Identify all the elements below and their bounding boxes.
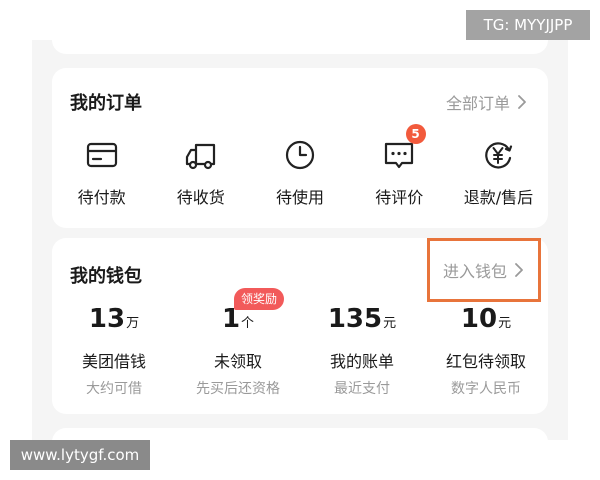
wallet-value: 10 元: [461, 304, 511, 336]
wallet-number: 135: [327, 304, 383, 334]
wallet-item-loan[interactable]: 13 万 美团借钱 大约可借: [52, 304, 176, 398]
order-pending-receipt[interactable]: 待收货: [151, 138, 250, 208]
wallet-item-bill[interactable]: 135 元 我的账单 最近支付: [300, 304, 424, 398]
order-pending-use[interactable]: 待使用: [250, 138, 349, 208]
all-orders-label: 全部订单: [445, 94, 510, 113]
all-orders-link[interactable]: 全部订单: [446, 90, 528, 114]
review-count-badge: 5: [405, 124, 426, 144]
wallet-unit: 元: [498, 316, 512, 331]
wallet-unit: 元: [383, 316, 397, 331]
wallet-unit: 个: [241, 316, 255, 331]
order-status-row: 待付款 待收货 待使用 5 待评价 退款/售后: [52, 124, 548, 208]
yen-refund-icon: [485, 142, 513, 169]
my-orders-card: 我的订单 全部订单 待付款 待收货 待使用 5 待评价 退款/售后: [52, 68, 548, 228]
chevron-right-icon: [515, 263, 523, 277]
wallet-stats-row: 13 万 美团借钱 大约可借 领奖励 1 个 未领取 先买后还资格 135 元 …: [52, 288, 548, 398]
wallet-sub: 最近支付: [334, 381, 390, 397]
order-refund-aftersale[interactable]: 退款/售后: [449, 138, 548, 208]
reward-tag: 领奖励: [234, 288, 285, 310]
wallet-value: 13 万: [89, 304, 139, 336]
enter-wallet-link[interactable]: 进入钱包: [443, 258, 525, 282]
clock-icon: [285, 140, 315, 170]
wallet-number: 10: [460, 304, 498, 334]
truck-icon: [185, 143, 215, 170]
wallet-label: 红包待领取: [445, 352, 526, 371]
chevron-right-icon: [518, 95, 526, 109]
wallet-value: 135 元: [328, 304, 396, 336]
wallet-item-unclaimed[interactable]: 领奖励 1 个 未领取 先买后还资格: [176, 288, 300, 398]
wallet-sub: 数字人民币: [451, 381, 521, 397]
order-label: 待使用: [276, 188, 325, 207]
tg-watermark: TG: MYYJJPP: [466, 10, 590, 40]
wallet-item-red-packet[interactable]: 10 元 红包待领取 数字人民币: [424, 304, 548, 398]
my-wallet-card: 我的钱包 进入钱包 13 万 美团借钱 大约可借 领奖励 1 个 未领取 先买后…: [52, 238, 548, 414]
my-wallet-title: 我的钱包: [70, 266, 142, 287]
order-pending-payment[interactable]: 待付款: [52, 138, 151, 208]
previous-card-edge: [52, 38, 548, 54]
wallet-label: 美团借钱: [81, 352, 146, 371]
url-watermark: www.lytygf.com: [10, 440, 150, 470]
order-label: 退款/售后: [463, 188, 534, 207]
wallet-sub: 大约可借: [86, 381, 142, 397]
wallet-label: 我的账单: [329, 352, 394, 371]
wallet-number: 13: [88, 304, 126, 334]
order-label: 待评价: [375, 188, 424, 207]
order-label: 待付款: [77, 188, 126, 207]
card-icon: [86, 142, 117, 168]
wallet-label: 未领取: [213, 352, 262, 371]
enter-wallet-highlight: 进入钱包: [427, 238, 541, 302]
wallet-sub: 先买后还资格: [196, 381, 280, 397]
enter-wallet-label: 进入钱包: [442, 262, 507, 281]
order-pending-review[interactable]: 5 待评价: [350, 124, 449, 208]
order-label: 待收货: [176, 188, 225, 207]
my-orders-title: 我的订单: [70, 93, 142, 114]
wallet-unit: 万: [126, 316, 140, 331]
